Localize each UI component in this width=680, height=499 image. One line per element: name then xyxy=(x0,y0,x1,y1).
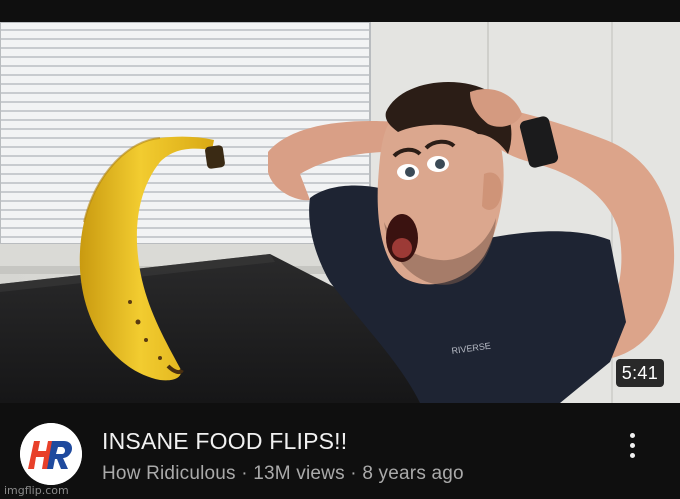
video-thumbnail[interactable]: RIVERSE 5:41 xyxy=(0,22,680,403)
watermark: imgflip.com xyxy=(4,484,69,497)
dot xyxy=(629,452,635,458)
video-subline: How Ridiculous · 13M views · 8 years ago xyxy=(102,461,464,487)
channel-name[interactable]: How Ridiculous xyxy=(102,463,236,484)
upload-age: 8 years ago xyxy=(362,463,464,484)
dot xyxy=(629,432,635,438)
channel-logo-icon xyxy=(20,423,82,485)
duration-badge: 5:41 xyxy=(615,359,664,387)
view-count: 13M views xyxy=(253,463,345,484)
video-title[interactable]: INSANE FOOD FLIPS!! xyxy=(102,426,347,456)
separator-dot: · xyxy=(241,463,248,484)
thumbnail-image: RIVERSE xyxy=(0,22,680,403)
dot xyxy=(629,442,635,448)
channel-avatar[interactable] xyxy=(20,423,82,485)
more-vertical-icon[interactable] xyxy=(618,427,646,463)
top-strip xyxy=(0,0,680,22)
video-meta: INSANE FOOD FLIPS!! How Ridiculous · 13M… xyxy=(0,403,680,499)
separator-dot: · xyxy=(350,463,357,484)
